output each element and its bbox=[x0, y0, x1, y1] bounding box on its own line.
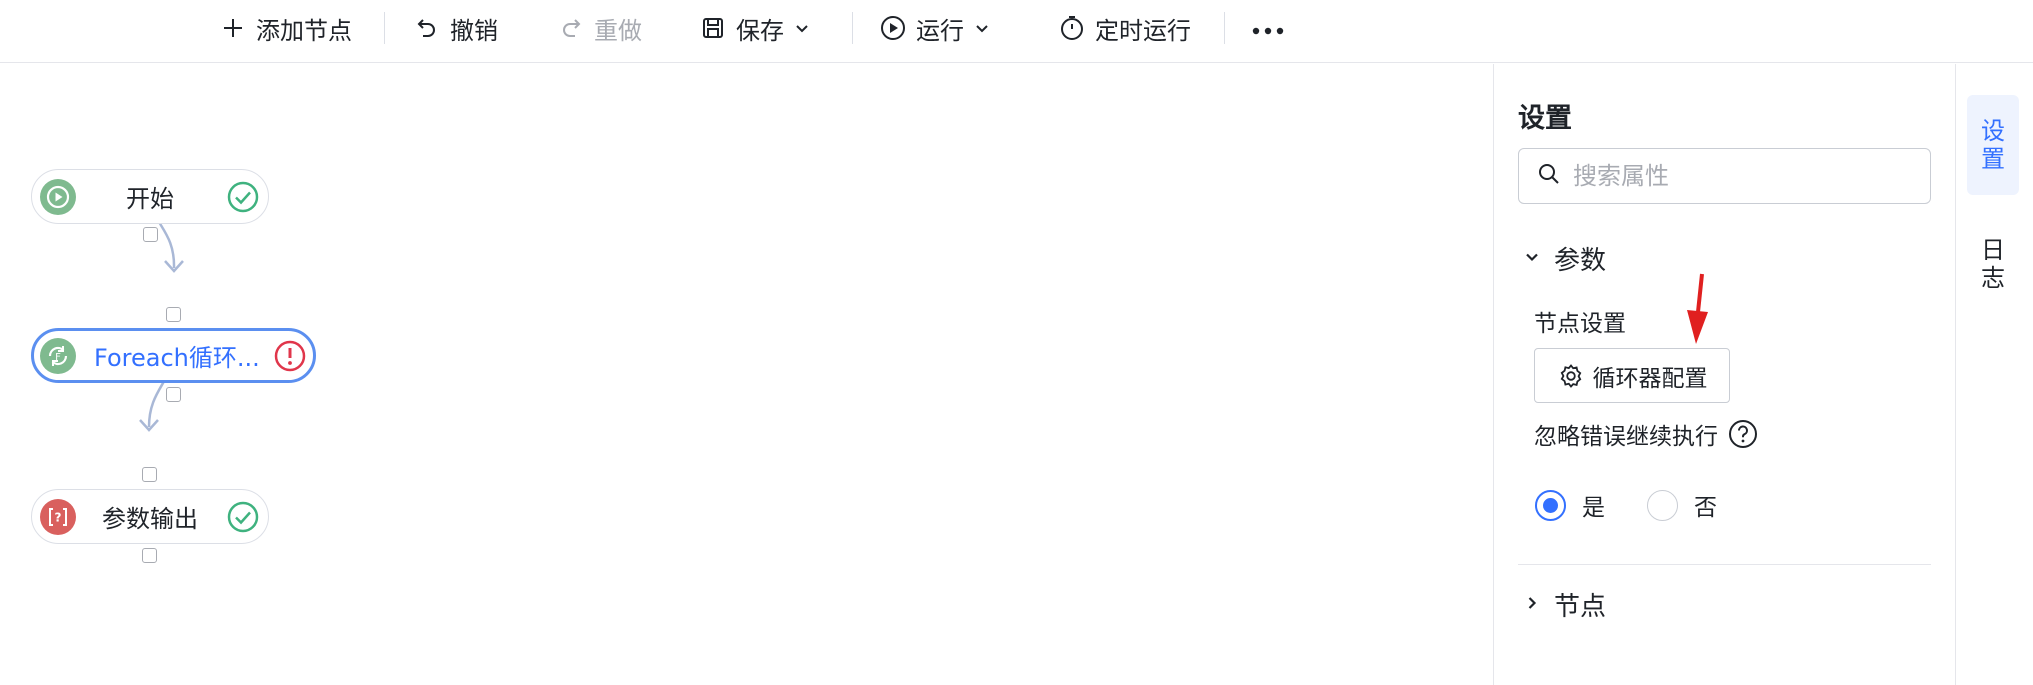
section-label: 参数 bbox=[1554, 246, 1607, 276]
chevron-down-icon bbox=[974, 20, 990, 36]
help-icon[interactable] bbox=[1728, 419, 1758, 449]
toolbar-divider bbox=[852, 12, 853, 44]
run-button[interactable]: 运行 bbox=[880, 8, 990, 48]
edge-arrowhead bbox=[164, 260, 184, 273]
save-label: 保存 bbox=[736, 16, 784, 45]
node-param-output[interactable]: ? 参数输出 bbox=[31, 489, 269, 544]
search-input[interactable] bbox=[1573, 162, 1913, 190]
panel-title: 设置 bbox=[1518, 103, 1572, 134]
tab-settings[interactable]: 设 置 bbox=[1967, 95, 2019, 195]
node-label: Foreach循环... bbox=[94, 344, 260, 372]
add-node-label: 添加节点 bbox=[256, 16, 352, 45]
undo-label: 撤销 bbox=[450, 16, 498, 45]
input-port[interactable] bbox=[142, 467, 157, 482]
tab-char: 设 bbox=[1981, 117, 2005, 145]
loop-icon: F bbox=[40, 337, 76, 374]
settings-panel: 设置 参数 节点设置 循环器配置 忽略错误继续执行 是 否 bbox=[1493, 64, 1955, 685]
search-box[interactable] bbox=[1518, 148, 1931, 204]
scheduled-run-label: 定时运行 bbox=[1095, 16, 1191, 45]
ignore-error-label: 忽略错误继续执行 bbox=[1534, 424, 1718, 450]
output-port[interactable] bbox=[142, 548, 157, 563]
loop-config-label: 循环器配置 bbox=[1592, 365, 1708, 392]
toolbar-divider bbox=[1224, 12, 1225, 44]
redo-label: 重做 bbox=[594, 16, 642, 45]
save-button[interactable]: 保存 bbox=[700, 8, 810, 48]
radio-no[interactable]: 否 bbox=[1647, 488, 1717, 522]
radio-yes-label: 是 bbox=[1582, 495, 1605, 521]
redo-icon bbox=[558, 15, 584, 41]
svg-text:F: F bbox=[55, 352, 61, 363]
radio-dot bbox=[1535, 489, 1566, 521]
nodes-section-toggle[interactable]: 节点 bbox=[1524, 586, 1606, 623]
tab-char: 日 bbox=[1981, 236, 2005, 264]
toolbar-divider bbox=[384, 12, 385, 44]
chevron-down-icon bbox=[1524, 249, 1540, 269]
section-divider bbox=[1518, 564, 1931, 565]
save-icon bbox=[700, 15, 726, 41]
red-arrow-annotation bbox=[1687, 273, 1708, 344]
undo-button[interactable]: 撤销 bbox=[414, 8, 498, 48]
more-dots-icon bbox=[1252, 14, 1284, 42]
radio-yes[interactable]: 是 bbox=[1535, 488, 1605, 522]
node-foreach[interactable]: F Foreach循环... bbox=[31, 328, 316, 383]
side-tabs: 设 置 日 志 bbox=[1955, 64, 2033, 685]
toolbar: 添加节点 撤销 重做 保存 运行 定时运行 bbox=[0, 0, 2033, 63]
run-label: 运行 bbox=[916, 16, 964, 45]
section-label: 节点 bbox=[1554, 592, 1607, 622]
tab-log[interactable]: 日 志 bbox=[1967, 214, 2019, 314]
radio-no-label: 否 bbox=[1694, 495, 1717, 521]
success-check-icon bbox=[227, 501, 259, 533]
ignore-error-field: 忽略错误继续执行 bbox=[1534, 417, 1758, 451]
play-circle-icon bbox=[880, 15, 906, 41]
node-start[interactable]: 开始 bbox=[31, 169, 269, 224]
radio-dot bbox=[1647, 489, 1678, 521]
tab-char: 志 bbox=[1981, 264, 2005, 292]
chevron-right-icon bbox=[1524, 595, 1540, 615]
output-port[interactable] bbox=[143, 227, 158, 242]
loop-config-button[interactable]: 循环器配置 bbox=[1534, 348, 1730, 403]
scheduled-run-button[interactable]: 定时运行 bbox=[1059, 8, 1191, 48]
workflow-canvas[interactable]: 开始 F Foreach循环... ? 参数输出 bbox=[0, 64, 1493, 685]
node-settings-label: 节点设置 bbox=[1534, 311, 1626, 337]
error-alert-icon bbox=[274, 340, 306, 372]
redo-button[interactable]: 重做 bbox=[558, 8, 642, 48]
plus-icon bbox=[220, 15, 246, 41]
stopwatch-icon bbox=[1059, 15, 1085, 41]
output-port[interactable] bbox=[166, 387, 181, 402]
search-icon bbox=[1537, 162, 1561, 190]
params-section-toggle[interactable]: 参数 bbox=[1524, 240, 1606, 277]
add-node-button[interactable]: 添加节点 bbox=[220, 8, 352, 48]
more-button[interactable] bbox=[1252, 8, 1284, 48]
chevron-down-icon bbox=[794, 20, 810, 36]
gear-icon bbox=[1557, 362, 1585, 390]
success-check-icon bbox=[227, 181, 259, 213]
input-port[interactable] bbox=[166, 307, 181, 322]
tab-char: 置 bbox=[1981, 145, 2005, 173]
undo-icon bbox=[414, 15, 440, 41]
edge-arrowhead bbox=[139, 419, 159, 432]
